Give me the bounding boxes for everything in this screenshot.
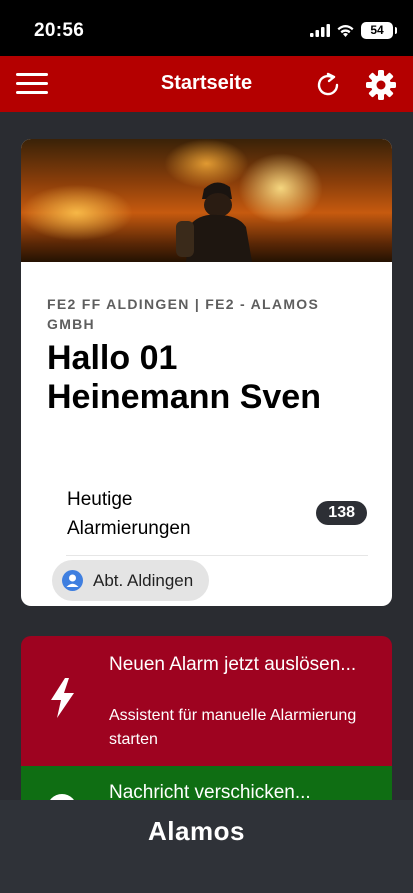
status-icons: 54 bbox=[310, 22, 397, 39]
divider bbox=[66, 555, 368, 556]
alarm-count-row[interactable]: Heutige Alarmierungen 138 bbox=[47, 483, 367, 539]
trigger-alarm-subtitle: Assistent für manuelle Alarmierung start… bbox=[109, 707, 357, 748]
unit-chip[interactable]: Abt. Aldingen bbox=[52, 560, 210, 601]
wifi-icon bbox=[337, 24, 354, 37]
alarm-count-badge: 138 bbox=[316, 501, 367, 525]
page-title: Startseite bbox=[160, 72, 253, 94]
unit-chip-label: Abt. Aldingen bbox=[93, 570, 194, 590]
status-bar: 20:56 54 bbox=[0, 0, 413, 56]
status-time: 20:56 bbox=[34, 20, 85, 41]
main-content: FE2 FF ALDINGEN | FE2 - ALAMOS GMBH Hall… bbox=[0, 112, 413, 806]
firefighter-illustration bbox=[176, 182, 252, 262]
greeting-line: Hallo 01 bbox=[47, 339, 178, 377]
gear-icon[interactable] bbox=[364, 68, 398, 102]
refresh-icon[interactable] bbox=[313, 70, 343, 100]
organization-label: FE2 FF ALDINGEN | FE2 - ALAMOS GMBH bbox=[47, 296, 320, 332]
battery-indicator: 54 bbox=[361, 22, 397, 39]
profile-card: FE2 FF ALDINGEN | FE2 - ALAMOS GMBH Hall… bbox=[21, 139, 392, 606]
footer: Alamos bbox=[0, 800, 413, 893]
greeting-title: Hallo 01 Heinemann Sven bbox=[47, 339, 377, 417]
trigger-alarm-button[interactable]: Neuen Alarm jetzt auslösen... Assistent … bbox=[21, 636, 392, 766]
alamos-logo: Alamos bbox=[148, 816, 245, 846]
lightning-icon bbox=[51, 678, 74, 718]
signal-icon bbox=[310, 24, 330, 37]
user-name: Heinemann Sven bbox=[47, 378, 321, 416]
trigger-alarm-title: Neuen Alarm jetzt auslösen... bbox=[109, 654, 357, 675]
hero-image bbox=[21, 139, 392, 262]
alarm-count-label: Heutige Alarmierungen bbox=[67, 489, 191, 539]
app-header: Startseite bbox=[0, 56, 413, 112]
person-icon bbox=[62, 570, 83, 591]
